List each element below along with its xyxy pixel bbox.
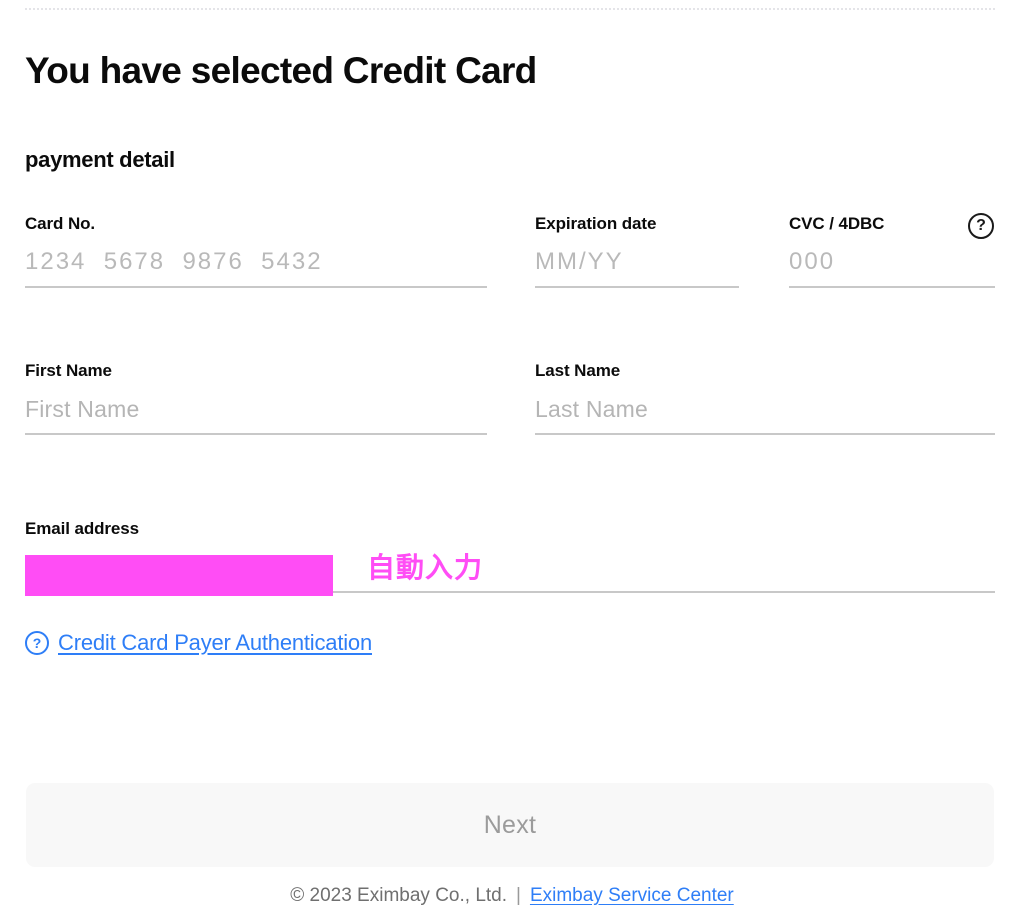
autofill-annotation: 自動入力 — [367, 552, 484, 583]
card-number-field-group: Card No. — [25, 214, 487, 288]
last-name-field-group: Last Name — [535, 361, 995, 435]
card-number-input[interactable] — [25, 250, 487, 288]
page-title: You have selected Credit Card — [25, 50, 537, 91]
question-mark-circle-icon[interactable]: ? — [968, 213, 994, 239]
top-dotted-divider — [25, 8, 995, 10]
footer-copyright: © 2023 Eximbay Co., Ltd. — [290, 885, 508, 906]
first-name-label: First Name — [25, 361, 112, 380]
expiration-date-label: Expiration date — [535, 214, 657, 233]
expiration-date-input[interactable] — [535, 250, 739, 288]
email-label: Email address — [25, 519, 139, 538]
eximbay-service-center-link[interactable]: Eximbay Service Center — [530, 885, 734, 906]
cvc-input[interactable] — [789, 250, 995, 288]
first-name-field-group: First Name — [25, 361, 487, 435]
cvc-label: CVC / 4DBC — [789, 214, 885, 233]
footer: © 2023 Eximbay Co., Ltd. | Eximbay Service… — [0, 885, 1024, 907]
last-name-label: Last Name — [535, 361, 621, 380]
footer-separator: | — [516, 885, 521, 906]
card-number-label: Card No. — [25, 214, 96, 233]
expiration-date-field-group: Expiration date — [535, 214, 739, 288]
email-redaction-overlay — [25, 555, 333, 596]
payment-page: You have selected Credit Card payment de… — [0, 0, 1024, 923]
cvc-field-group: CVC / 4DBC — [789, 214, 995, 288]
question-mark-circle-icon: ? — [25, 631, 49, 655]
credit-card-payer-authentication-link[interactable]: ? Credit Card Payer Authentication — [25, 630, 372, 656]
last-name-input[interactable] — [535, 397, 995, 435]
credit-card-payer-authentication-label: Credit Card Payer Authentication — [58, 630, 372, 655]
next-button[interactable]: Next — [26, 783, 994, 867]
first-name-input[interactable] — [25, 397, 487, 435]
section-title-payment-detail: payment detail — [25, 147, 175, 172]
